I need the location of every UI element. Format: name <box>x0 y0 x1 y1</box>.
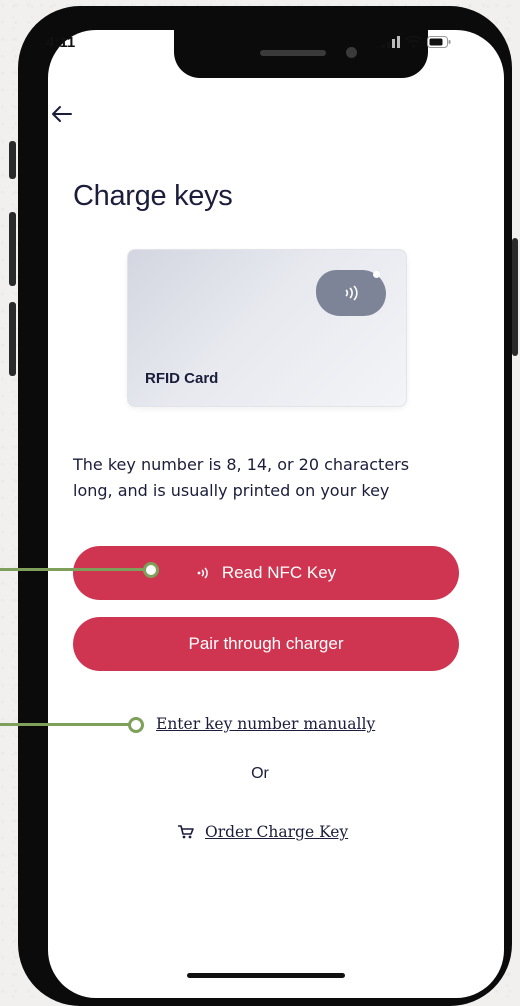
callout-dot-manual <box>128 717 144 733</box>
phone-frame <box>18 6 512 1006</box>
phone-volume-down <box>9 302 16 376</box>
read-nfc-key-button[interactable]: Read NFC Key <box>73 546 459 600</box>
wifi-icon <box>405 33 422 52</box>
speaker <box>260 50 326 56</box>
home-indicator <box>187 973 345 978</box>
callout-line-manual <box>0 723 130 726</box>
signal-icon <box>382 33 400 52</box>
phone-power-button <box>512 238 518 356</box>
battery-icon <box>427 33 451 52</box>
description-text: The key number is 8, 14, or 20 character… <box>73 455 410 500</box>
nfc-icon <box>197 567 208 579</box>
or-separator: Or <box>251 765 269 782</box>
phone-screen <box>48 30 504 998</box>
arrow-left-icon <box>52 106 72 122</box>
phone-mute-switch <box>9 141 16 179</box>
phone-volume-up <box>9 212 16 286</box>
pair-through-charger-label: Pair through charger <box>188 634 344 653</box>
pair-through-charger-button[interactable]: Pair through charger <box>73 617 459 671</box>
order-charge-key-link[interactable]: Order Charge Key <box>177 823 348 841</box>
read-nfc-key-label: Read NFC Key <box>221 563 337 582</box>
status-icons <box>382 33 451 51</box>
back-button[interactable] <box>50 104 74 128</box>
front-camera <box>346 47 357 58</box>
order-charge-key-label: Order Charge Key <box>205 823 349 841</box>
callout-line-nfc <box>0 568 146 571</box>
enter-key-manually-link[interactable]: Enter key number manually <box>156 715 375 733</box>
card-indicator-dot <box>373 271 380 278</box>
cart-icon <box>178 825 194 839</box>
card-label: RFID Card <box>145 370 219 387</box>
status-time: 4:11 <box>46 34 76 51</box>
page-title: Charge keys <box>73 180 233 212</box>
callout-dot-nfc <box>143 562 159 578</box>
